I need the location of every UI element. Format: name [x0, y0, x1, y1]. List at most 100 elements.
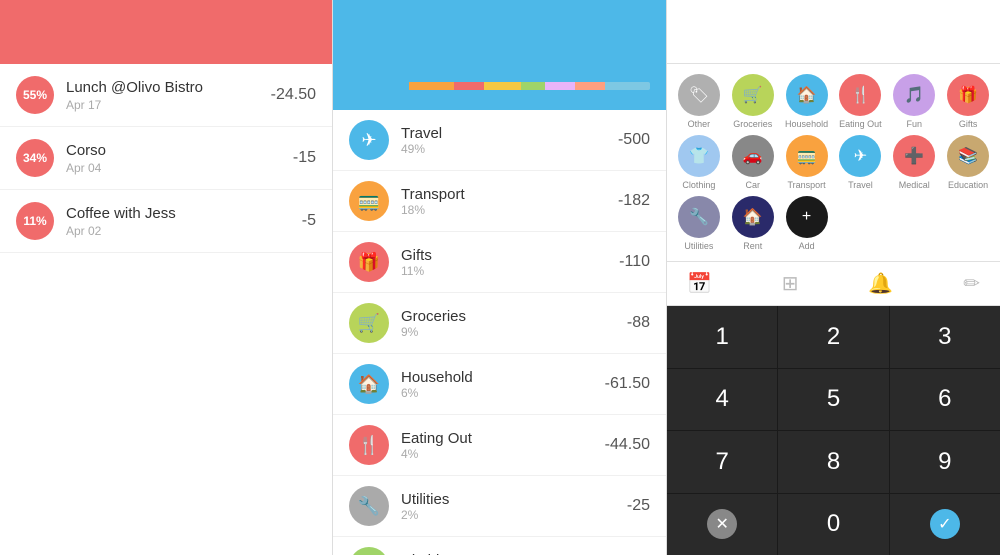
cat-grid-icon: ➕: [893, 135, 935, 177]
category-item[interactable]: 🍴 Eating Out 4% -44.50: [333, 415, 666, 476]
expense-item[interactable]: 34% Corso Apr 04 -15: [0, 127, 332, 190]
category-pct: 4%: [401, 447, 605, 461]
cat-grid-icon: 🎵: [893, 74, 935, 116]
cat-grid-item[interactable]: 🏠 Household: [783, 74, 831, 129]
color-bar: [349, 82, 409, 90]
category-pct: 49%: [401, 142, 618, 156]
expense-date: Apr 04: [66, 161, 293, 175]
panel-entry: 🏷 Other 🛒 Groceries 🏠 Household 🍴 Eating…: [667, 0, 1000, 555]
numpad-8[interactable]: 8: [778, 431, 888, 493]
category-name: Groceries: [401, 308, 627, 325]
cat-grid-icon: 🏷: [678, 74, 720, 116]
cat-grid-item[interactable]: ➕ Medical: [890, 135, 938, 190]
bell-icon[interactable]: 🔔: [868, 271, 893, 296]
category-name: Gifts: [401, 247, 619, 264]
category-item[interactable]: 🚃 Transport 18% -182: [333, 171, 666, 232]
cat-grid-icon: 🛒: [732, 74, 774, 116]
cat-grid-label: Car: [745, 180, 760, 190]
category-info: Travel 49%: [401, 125, 618, 156]
cat-grid-item[interactable]: 👕 Clothing: [675, 135, 723, 190]
cat-grid-icon: 👕: [678, 135, 720, 177]
calendar-icon[interactable]: 📅: [687, 271, 712, 296]
cat-grid-item[interactable]: + Add: [783, 196, 831, 251]
color-bar: [545, 82, 575, 90]
category-amount: -61.50: [605, 375, 650, 393]
numpad-1[interactable]: 1: [667, 306, 777, 368]
cat-grid-icon: 🎁: [947, 74, 989, 116]
expense-item[interactable]: 55% Lunch @Olivo Bistro Apr 17 -24.50: [0, 64, 332, 127]
cat-grid-icon: 🚗: [732, 135, 774, 177]
cat-grid-icon: 🍴: [839, 74, 881, 116]
cat-grid-icon: 🔧: [678, 196, 720, 238]
numpad-4[interactable]: 4: [667, 369, 777, 431]
numpad-3[interactable]: 3: [890, 306, 1000, 368]
cat-grid-label: Medical: [899, 180, 930, 190]
category-name: Transport: [401, 186, 618, 203]
category-item[interactable]: 👕 Clothing 1% -16: [333, 537, 666, 555]
percent-badge: 55%: [16, 76, 54, 114]
edit-icon[interactable]: ✏: [963, 271, 980, 296]
category-name: Travel: [401, 125, 618, 142]
cat-grid-label: Gifts: [959, 119, 978, 129]
percent-badge: 11%: [16, 202, 54, 240]
repeat-icon[interactable]: ⊞: [782, 271, 799, 296]
x-icon: ✕: [707, 509, 737, 539]
cat-grid-label: Transport: [787, 180, 825, 190]
panel-expenses: ✈ Travel 49% -500 🚃 Transport 18% -182 🎁…: [333, 0, 667, 555]
cat-grid-item[interactable]: 🏠 Rent: [729, 196, 777, 251]
category-item[interactable]: 🛒 Groceries 9% -88: [333, 293, 666, 354]
cat-grid-label: Utilities: [684, 241, 713, 251]
category-info: Household 6%: [401, 369, 605, 400]
category-item[interactable]: 🎁 Gifts 11% -110: [333, 232, 666, 293]
expense-info: Coffee with Jess Apr 02: [66, 205, 302, 238]
category-icon: 🎁: [349, 242, 389, 282]
category-item[interactable]: ✈ Travel 49% -500: [333, 110, 666, 171]
cat-grid-item[interactable]: 🚃 Transport: [783, 135, 831, 190]
category-info: Utilities 2%: [401, 491, 627, 522]
category-info: Transport 18%: [401, 186, 618, 217]
cat-grid-item[interactable]: 🚗 Car: [729, 135, 777, 190]
numpad-9[interactable]: 9: [890, 431, 1000, 493]
cat-grid-item[interactable]: 🎁 Gifts: [944, 74, 992, 129]
cat-grid-label: Travel: [848, 180, 873, 190]
category-icon: 🍴: [349, 425, 389, 465]
category-name: Utilities: [401, 491, 627, 508]
numpad-0[interactable]: 0: [778, 494, 888, 555]
category-item[interactable]: 🏠 Household 6% -61.50: [333, 354, 666, 415]
cat-grid-item[interactable]: 🛒 Groceries: [729, 74, 777, 129]
cat-grid-item[interactable]: 📚 Education: [944, 135, 992, 190]
cat-grid-icon: 📚: [947, 135, 989, 177]
cat-grid-label: Eating Out: [839, 119, 882, 129]
expense-name: Lunch @Olivo Bistro: [66, 79, 271, 96]
numpad-2[interactable]: 2: [778, 306, 888, 368]
color-bar: [454, 82, 484, 90]
cat-grid-item[interactable]: 🍴 Eating Out: [836, 74, 884, 129]
expense-amount: -5: [302, 212, 316, 230]
cat-grid-icon: 🏠: [732, 196, 774, 238]
cat-grid-item[interactable]: 🔧 Utilities: [675, 196, 723, 251]
cat-grid-item[interactable]: 🎵 Fun: [890, 74, 938, 129]
expense-date: Apr 02: [66, 224, 302, 238]
color-bars: [349, 82, 650, 90]
expenses-hero: [333, 64, 666, 110]
cat-grid-label: Other: [688, 119, 711, 129]
numpad-7[interactable]: 7: [667, 431, 777, 493]
numpad-6[interactable]: 6: [890, 369, 1000, 431]
expense-info: Corso Apr 04: [66, 142, 293, 175]
cat-grid-label: Rent: [743, 241, 762, 251]
cat-grid-item[interactable]: 🏷 Other: [675, 74, 723, 129]
expenses-category-list: ✈ Travel 49% -500 🚃 Transport 18% -182 🎁…: [333, 110, 666, 555]
expense-item[interactable]: 11% Coffee with Jess Apr 02 -5: [0, 190, 332, 253]
eating-out-list: 55% Lunch @Olivo Bistro Apr 17 -24.50 34…: [0, 64, 332, 555]
numpad-cancel[interactable]: ✕: [667, 494, 777, 555]
expense-name: Corso: [66, 142, 293, 159]
cat-grid-label: Education: [948, 180, 988, 190]
cat-grid-item[interactable]: ✈ Travel: [836, 135, 884, 190]
category-icon: 🚃: [349, 181, 389, 221]
expense-amount: -15: [293, 149, 316, 167]
category-item[interactable]: 🔧 Utilities 2% -25: [333, 476, 666, 537]
category-icon: ✈: [349, 120, 389, 160]
numpad-confirm[interactable]: ✓: [890, 494, 1000, 555]
numpad-5[interactable]: 5: [778, 369, 888, 431]
color-bar: [521, 82, 545, 90]
